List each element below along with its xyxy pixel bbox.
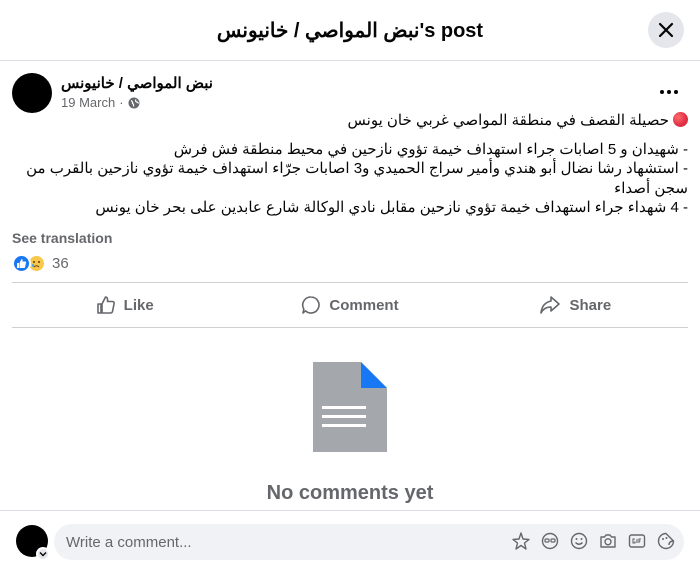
author-name[interactable]: نبض المواصي / خانيونس xyxy=(61,74,213,92)
camera-icon xyxy=(600,534,616,548)
see-translation-link[interactable]: See translation xyxy=(12,230,112,246)
share-label: Share xyxy=(569,296,612,314)
share-icon xyxy=(540,296,561,314)
post-headline: حصيلة القصف في منطقة المواصي غربي خان يو… xyxy=(347,112,669,129)
post-line: - استشهاد رشا نضال أبو هندي وأمير سراج ا… xyxy=(26,160,688,197)
post-actions: Like Comment Share xyxy=(12,282,688,328)
like-label: Like xyxy=(123,296,154,314)
sticker-icon xyxy=(541,532,559,550)
comment-box[interactable] xyxy=(54,524,684,560)
photo-button[interactable] xyxy=(598,531,618,551)
sticker-face-button[interactable] xyxy=(656,531,676,551)
empty-comments-state: No comments yet xyxy=(0,362,700,505)
author-avatar[interactable] xyxy=(12,73,52,113)
dialog-header: نبض المواصي / خانيونس's post xyxy=(0,0,700,61)
comment-icon xyxy=(302,296,321,314)
avatar-sticker-button[interactable] xyxy=(511,531,531,551)
reactions-summary[interactable]: 36 xyxy=(12,254,69,273)
comment-button[interactable]: Comment xyxy=(237,283,462,327)
gif-icon xyxy=(628,534,646,548)
red-circle-emoji-icon xyxy=(673,112,688,127)
post-line: - شهيدان و 5 اصابات جراء استهداف خيمة تؤ… xyxy=(173,140,688,158)
composer-tools xyxy=(511,531,676,551)
emoji-button[interactable] xyxy=(569,531,589,551)
sticker-button[interactable] xyxy=(540,531,560,551)
more-options-button[interactable] xyxy=(654,80,684,104)
close-icon xyxy=(658,22,674,38)
avatar-sticker-icon xyxy=(512,532,530,550)
post-dialog: نبض المواصي / خانيونس's post نبض المواصي… xyxy=(0,0,700,577)
post-headline-row: حصيلة القصف في منطقة المواصي غربي خان يو… xyxy=(12,111,688,131)
like-button[interactable]: Like xyxy=(12,283,237,327)
more-icon xyxy=(660,90,664,94)
close-button[interactable] xyxy=(648,12,684,48)
meta-separator: · xyxy=(119,95,124,110)
share-button[interactable]: Share xyxy=(463,283,688,327)
chevron-down-icon xyxy=(39,552,47,557)
post-line: - 4 شهداء جراء استهداف خيمة تؤوي نازحين … xyxy=(95,199,688,216)
dialog-title: نبض المواصي / خانيونس's post xyxy=(216,20,484,42)
gif-button[interactable] xyxy=(627,531,647,551)
comment-label: Comment xyxy=(329,296,399,314)
sticker-face-icon xyxy=(657,532,675,550)
like-reaction-icon xyxy=(12,254,31,273)
document-icon xyxy=(313,362,387,452)
emoji-icon xyxy=(570,532,588,550)
profile-switch-badge[interactable] xyxy=(36,547,50,561)
post-meta: 19 March · xyxy=(61,95,140,110)
like-icon xyxy=(96,296,115,314)
reaction-count: 36 xyxy=(52,255,69,272)
comment-input[interactable] xyxy=(66,524,486,560)
no-comments-text: No comments yet xyxy=(266,482,434,504)
post-date[interactable]: 19 March xyxy=(61,95,115,110)
globe-icon xyxy=(128,97,140,108)
comment-composer xyxy=(0,510,700,577)
post-text: حصيلة القصف في منطقة المواصي غربي خان يو… xyxy=(12,111,688,218)
